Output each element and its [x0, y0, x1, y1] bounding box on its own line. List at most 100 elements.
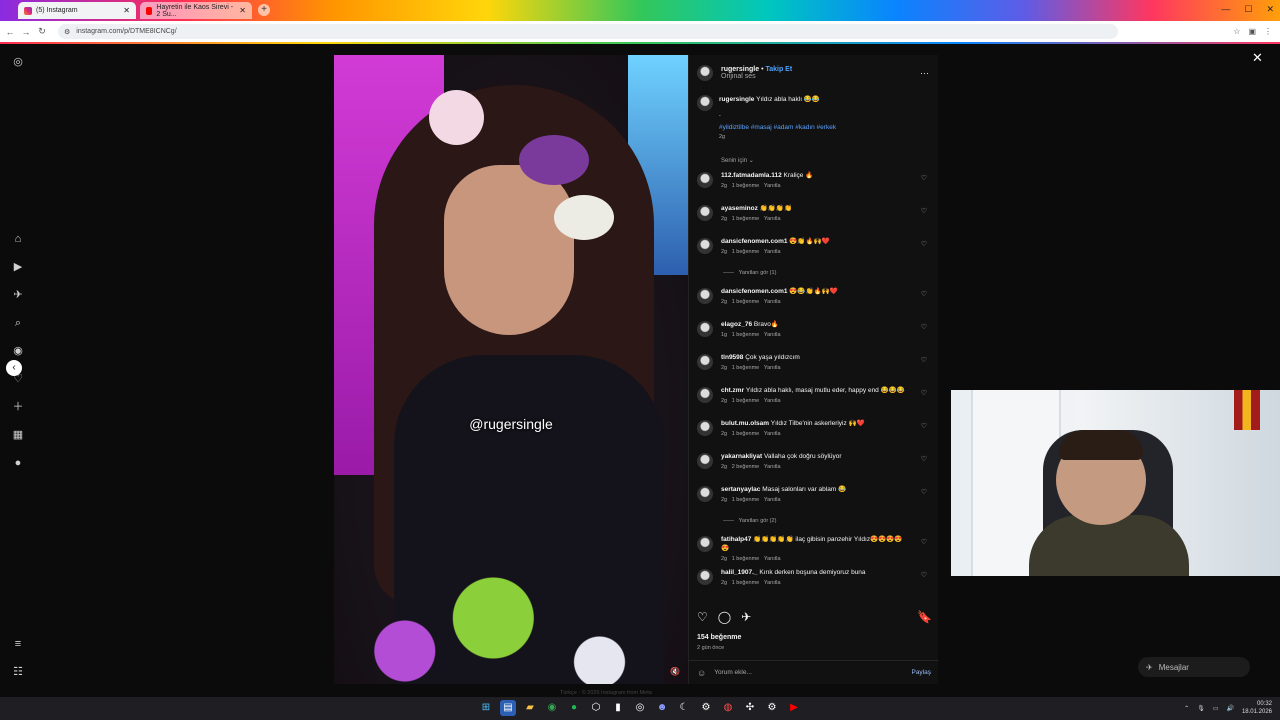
comment-input[interactable]: Yorum ekle... — [714, 669, 752, 676]
collapse-sidebar-icon[interactable]: ‹ — [6, 360, 22, 376]
caption-username[interactable]: rugersingle — [719, 96, 754, 103]
direct-icon[interactable]: ✈ — [10, 287, 26, 303]
app-icon[interactable]: ✣ — [742, 700, 758, 716]
caption-hashtags[interactable]: #yildiztilbe #masaj #adam #kadın #erkek — [719, 124, 836, 131]
comment-username[interactable]: cht.zmr — [721, 387, 744, 394]
save-bookmark-icon[interactable]: 🔖 — [917, 610, 932, 624]
spotify-icon[interactable]: ● — [566, 700, 582, 716]
comment-username[interactable]: bulut.mu.olsam — [721, 420, 769, 427]
comment-like-heart-icon[interactable]: ♡ — [921, 422, 927, 430]
like-heart-icon[interactable]: ♡ — [697, 610, 708, 624]
comment-likes[interactable]: 2 beğenme — [732, 464, 760, 470]
share-icon[interactable]: ✈ — [741, 610, 751, 624]
comment-like-heart-icon[interactable]: ♡ — [921, 323, 927, 331]
forward-icon[interactable]: → — [20, 27, 32, 37]
reply-button[interactable]: Yanıtla — [764, 183, 781, 189]
comment-likes[interactable]: 1 beğenme — [732, 365, 760, 371]
app-icon[interactable]: ▮ — [610, 700, 626, 716]
search-icon[interactable]: ⌕ — [10, 315, 26, 331]
comment-sort-dropdown[interactable]: Senin için ⌄ — [721, 157, 754, 164]
threads-icon[interactable]: ☷ — [10, 664, 26, 680]
emoji-icon[interactable]: ☺ — [697, 668, 706, 678]
app-icon[interactable]: ◍ — [720, 700, 736, 716]
close-window-icon[interactable]: ✕ — [1266, 4, 1274, 15]
discord-icon[interactable]: ☻ — [654, 700, 670, 716]
comment-like-heart-icon[interactable]: ♡ — [921, 571, 927, 579]
close-tab-icon[interactable]: ✕ — [239, 6, 246, 15]
comment-like-heart-icon[interactable]: ♡ — [921, 488, 927, 496]
commenter-avatar[interactable] — [697, 453, 713, 469]
reply-button[interactable]: Yanıtla — [764, 556, 781, 562]
reply-button[interactable]: Yanıtla — [764, 580, 781, 586]
new-tab-button[interactable]: + — [258, 4, 270, 16]
comment-username[interactable]: dansicfenomen.com1 — [721, 238, 787, 245]
commenter-avatar[interactable] — [697, 172, 713, 188]
close-tab-icon[interactable]: ✕ — [123, 6, 130, 15]
comment-likes[interactable]: 1 beğenme — [732, 556, 760, 562]
app-icon[interactable]: ⬡ — [588, 700, 604, 716]
extensions-icon[interactable]: ▣ — [1248, 27, 1256, 36]
commenter-avatar[interactable] — [697, 486, 713, 502]
obs-icon[interactable]: ◎ — [632, 700, 648, 716]
comment-likes[interactable]: 1 beğenme — [732, 580, 760, 586]
post-comment-button[interactable]: Paylaş — [911, 669, 931, 676]
comment-username[interactable]: dansicfenomen.com1 — [721, 288, 787, 295]
author-avatar[interactable] — [697, 95, 713, 111]
reply-button[interactable]: Yanıtla — [764, 497, 781, 503]
view-replies-button[interactable]: —— Yanıtları gör (2) — [697, 518, 933, 535]
more-options-icon[interactable]: ··· — [920, 68, 929, 78]
commenter-avatar[interactable] — [697, 536, 713, 552]
commenter-avatar[interactable] — [697, 238, 713, 254]
reply-button[interactable]: Yanıtla — [764, 216, 781, 222]
instagram-logo-icon[interactable]: ◎ — [10, 54, 26, 70]
clock[interactable]: 00:32 18.01.2026 — [1242, 700, 1272, 716]
comment-likes[interactable]: 1 beğenme — [732, 431, 760, 437]
comment-like-heart-icon[interactable]: ♡ — [921, 538, 927, 546]
start-icon[interactable]: ⊞ — [478, 700, 494, 716]
volume-icon[interactable]: 🔊 — [1226, 705, 1233, 712]
youtube-icon[interactable]: ▶ — [786, 700, 802, 716]
url-field[interactable]: ⚙ instagram.com/p/DTME8ICNCg/ — [58, 24, 1118, 39]
comment-username[interactable]: ayaseminoz — [721, 205, 758, 212]
close-post-icon[interactable]: ✕ — [1252, 50, 1263, 66]
reply-button[interactable]: Yanıtla — [764, 464, 781, 470]
maximize-icon[interactable]: ☐ — [1244, 4, 1252, 15]
author-username[interactable]: rugersingle — [721, 66, 759, 73]
home-icon[interactable]: ⌂ — [10, 231, 26, 247]
commenter-avatar[interactable] — [697, 387, 713, 403]
minimize-icon[interactable]: — — [1221, 4, 1230, 15]
comment-like-heart-icon[interactable]: ♡ — [921, 174, 927, 182]
mute-icon[interactable]: 🔇 — [670, 667, 680, 676]
tray-chevron-icon[interactable]: ⌃ — [1184, 705, 1189, 712]
reply-button[interactable]: Yanıtla — [764, 299, 781, 305]
comment-username[interactable]: fatihalp47 — [721, 536, 751, 543]
comment-likes[interactable]: 1 beğenme — [732, 332, 760, 338]
menu-dots-icon[interactable]: ⋮ — [1264, 27, 1272, 36]
audio-label[interactable]: Orijinal ses — [721, 73, 792, 80]
tab-instagram[interactable]: (5) Instagram ✕ — [18, 2, 136, 19]
reply-button[interactable]: Yanıtla — [764, 365, 781, 371]
commenter-avatar[interactable] — [697, 420, 713, 436]
author-avatar[interactable] — [697, 65, 713, 81]
comment-icon[interactable]: ◯ — [718, 610, 731, 624]
chrome-icon[interactable]: ◉ — [544, 700, 560, 716]
explore-icon[interactable]: ◉ — [10, 343, 26, 359]
reply-button[interactable]: Yanıtla — [764, 431, 781, 437]
comment-likes[interactable]: 1 beğenme — [732, 216, 760, 222]
commenter-avatar[interactable] — [697, 321, 713, 337]
reply-button[interactable]: Yanıtla — [764, 398, 781, 404]
file-explorer-icon[interactable]: ▰ — [522, 700, 538, 716]
comment-like-heart-icon[interactable]: ♡ — [921, 455, 927, 463]
microphone-icon[interactable]: 🎙 — [1197, 705, 1205, 712]
comment-username[interactable]: 112.fatmadamla.112 — [721, 172, 782, 179]
reply-button[interactable]: Yanıtla — [764, 332, 781, 338]
comment-like-heart-icon[interactable]: ♡ — [921, 290, 927, 298]
like-count[interactable]: 154 beğenme — [697, 634, 741, 641]
comment-username[interactable]: yakarnakliyat — [721, 453, 762, 460]
comment-username[interactable]: tln9598 — [721, 354, 743, 361]
comment-likes[interactable]: 1 beğenme — [732, 183, 760, 189]
commenter-avatar[interactable] — [697, 569, 713, 585]
comment-username[interactable]: sertanyaylac — [721, 486, 760, 493]
post-video[interactable]: @rugersingle 🔇 — [334, 55, 688, 684]
reels-icon[interactable]: ▶ — [10, 259, 26, 275]
